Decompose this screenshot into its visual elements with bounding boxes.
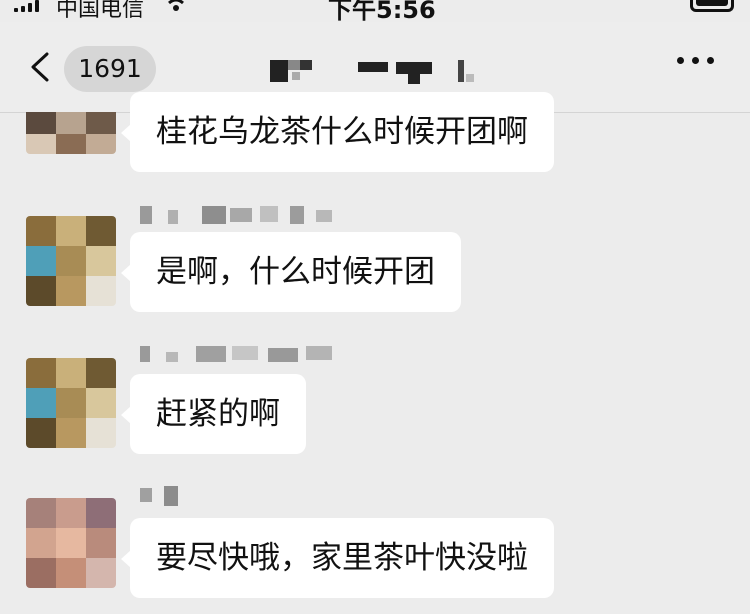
message-bubble[interactable]: 赶紧的啊 — [121, 374, 306, 454]
sender-name-pixelated — [140, 206, 340, 228]
sender-name-pixelated — [140, 346, 340, 368]
carrier-label: 中国电信 — [56, 0, 145, 22]
signal-icon — [14, 0, 39, 12]
battery-icon — [690, 0, 734, 12]
chat-title-pixelated — [270, 60, 474, 84]
sender-name-pixelated — [140, 486, 200, 508]
avatar[interactable] — [26, 358, 116, 448]
wifi-icon — [168, 0, 184, 11]
avatar[interactable] — [26, 498, 116, 588]
avatar[interactable] — [26, 112, 116, 154]
status-bar: 中国电信 下午5:56 — [0, 0, 750, 24]
message-bubble[interactable]: 要尽快哦，家里茶叶快没啦 — [121, 518, 554, 598]
back-chevron-icon[interactable] — [30, 52, 50, 82]
message-bubble[interactable]: 桂花乌龙茶什么时候开团啊 — [121, 92, 554, 172]
more-icon[interactable] — [677, 57, 714, 64]
message-bubble[interactable]: 是啊，什么时候开团 — [121, 232, 461, 312]
unread-count-badge[interactable]: 1691 — [64, 46, 156, 92]
avatar[interactable] — [26, 216, 116, 306]
